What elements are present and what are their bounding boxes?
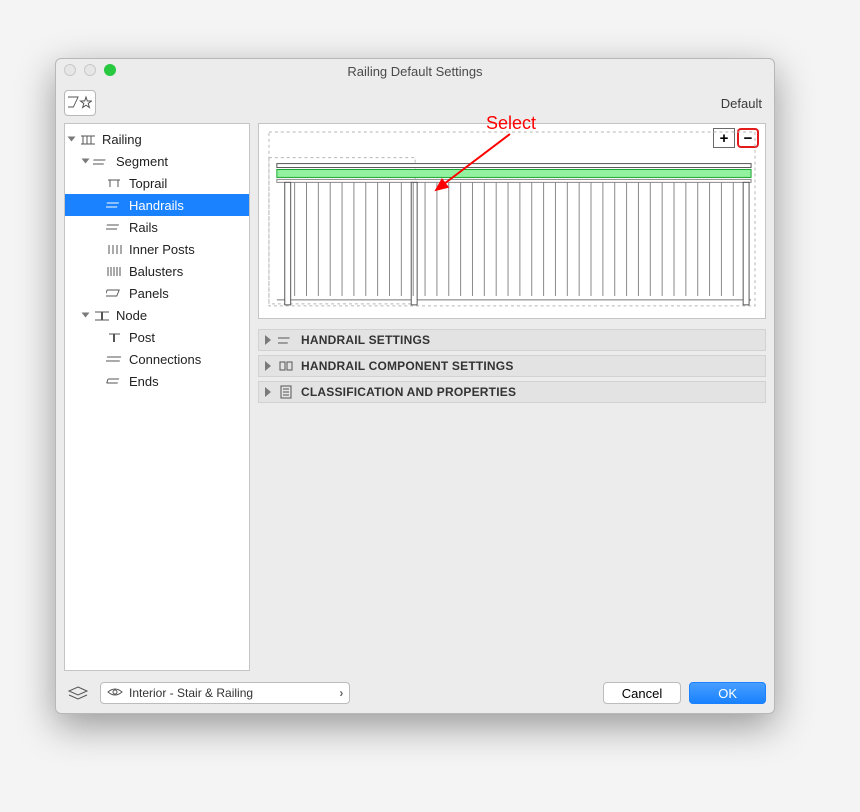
tree-label: Railing xyxy=(102,132,142,147)
traffic-lights xyxy=(64,64,116,76)
disclosure-icon xyxy=(82,159,90,164)
layer-name: Interior - Stair & Railing xyxy=(129,686,253,700)
section-classification[interactable]: CLASSIFICATION AND PROPERTIES xyxy=(258,381,766,403)
tree-item-segment[interactable]: Segment xyxy=(65,150,249,172)
tree-item-ends[interactable]: Ends xyxy=(65,370,249,392)
connections-icon xyxy=(105,352,125,366)
tree-label: Handrails xyxy=(129,198,184,213)
tree-label: Balusters xyxy=(129,264,183,279)
panels-icon xyxy=(105,286,125,300)
toolbar: Default xyxy=(56,83,774,123)
zoom-window-icon[interactable] xyxy=(104,64,116,76)
chevron-right-icon xyxy=(265,335,271,345)
handrail-section-icon xyxy=(277,334,295,346)
chevron-right-icon xyxy=(265,387,271,397)
eye-icon xyxy=(107,686,123,700)
tree-label: Segment xyxy=(116,154,168,169)
tree-label: Toprail xyxy=(129,176,167,191)
classification-section-icon xyxy=(277,385,295,399)
close-window-icon[interactable] xyxy=(64,64,76,76)
favorites-button[interactable] xyxy=(64,90,96,116)
layer-select[interactable]: Interior - Stair & Railing › xyxy=(100,682,350,704)
window-title: Railing Default Settings xyxy=(347,64,482,79)
section-label: HANDRAIL SETTINGS xyxy=(301,333,430,347)
settings-sections: HANDRAIL SETTINGS HANDRAIL COMPONENT SET… xyxy=(258,329,766,403)
tree-label: Rails xyxy=(129,220,158,235)
favorites-icon xyxy=(68,95,92,111)
section-handrail-settings[interactable]: HANDRAIL SETTINGS xyxy=(258,329,766,351)
tree-item-connections[interactable]: Connections xyxy=(65,348,249,370)
toprail-icon xyxy=(105,176,125,190)
tree-label: Inner Posts xyxy=(129,242,195,257)
railing-icon xyxy=(78,132,98,146)
chevron-right-icon: › xyxy=(339,686,343,700)
chevron-right-icon xyxy=(265,361,271,371)
disclosure-icon xyxy=(68,137,76,142)
ends-icon xyxy=(105,374,125,388)
node-icon xyxy=(92,308,112,322)
tree-item-balusters[interactable]: Balusters xyxy=(65,260,249,282)
rails-icon xyxy=(105,220,125,234)
tree-item-rails[interactable]: Rails xyxy=(65,216,249,238)
disclosure-icon xyxy=(82,313,90,318)
tree-label: Node xyxy=(116,308,147,323)
tree-item-railing[interactable]: Railing xyxy=(65,128,249,150)
tree-label: Ends xyxy=(129,374,159,389)
settings-dialog: Railing Default Settings Default Railing xyxy=(55,58,775,714)
layer-icon xyxy=(64,685,92,701)
component-section-icon xyxy=(277,360,295,372)
default-label: Default xyxy=(721,96,762,111)
main-panel: + − xyxy=(258,123,766,671)
dialog-footer: Interior - Stair & Railing › Cancel OK xyxy=(56,679,774,713)
balusters-icon xyxy=(105,264,125,278)
ok-button[interactable]: OK xyxy=(689,682,766,704)
tree-item-node[interactable]: Node xyxy=(65,304,249,326)
post-icon xyxy=(105,330,125,344)
section-label: CLASSIFICATION AND PROPERTIES xyxy=(301,385,516,399)
tree-label: Panels xyxy=(129,286,169,301)
section-component-settings[interactable]: HANDRAIL COMPONENT SETTINGS xyxy=(258,355,766,377)
titlebar: Railing Default Settings xyxy=(56,59,774,83)
tree-item-post[interactable]: Post xyxy=(65,326,249,348)
preview-area[interactable]: + − xyxy=(258,123,766,319)
section-label: HANDRAIL COMPONENT SETTINGS xyxy=(301,359,514,373)
tree-item-inner-posts[interactable]: Inner Posts xyxy=(65,238,249,260)
tree-item-handrails[interactable]: Handrails xyxy=(65,194,249,216)
railing-preview-icon xyxy=(265,130,759,312)
handrails-icon xyxy=(105,198,125,212)
tree-item-panels[interactable]: Panels xyxy=(65,282,249,304)
tree-sidebar: Railing Segment Toprail Handrails xyxy=(64,123,250,671)
minimize-window-icon[interactable] xyxy=(84,64,96,76)
segment-icon xyxy=(92,154,112,168)
inner-posts-icon xyxy=(105,242,125,256)
tree-label: Post xyxy=(129,330,155,345)
tree-label: Connections xyxy=(129,352,201,367)
tree-item-toprail[interactable]: Toprail xyxy=(65,172,249,194)
cancel-button[interactable]: Cancel xyxy=(603,682,681,704)
